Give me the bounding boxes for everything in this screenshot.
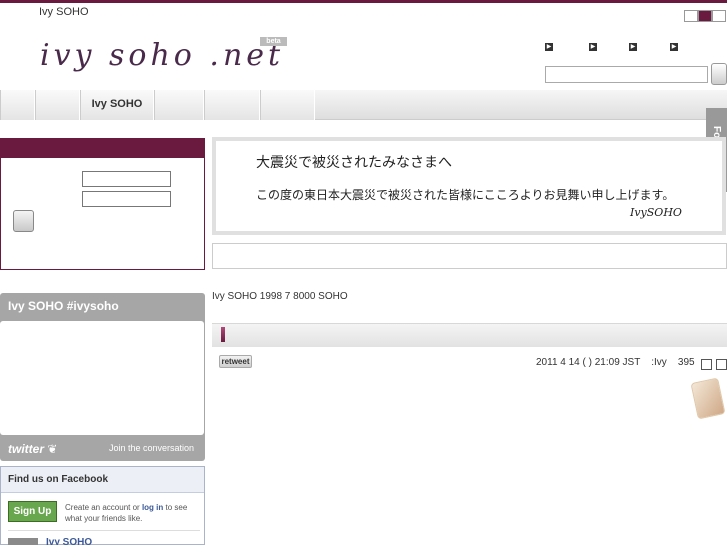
- nav-tab[interactable]: [35, 90, 80, 120]
- page: Ivy SOHO ivy soho .net beta ▶ ▶ ▶ ▶ Ivy …: [0, 0, 727, 545]
- header-link-arrow-icon[interactable]: ▶: [545, 43, 553, 51]
- content-box: [212, 243, 727, 269]
- header-link-arrow-icon[interactable]: ▶: [629, 43, 637, 51]
- beta-badge: beta: [260, 37, 287, 46]
- banner-signature: IvySOHO: [630, 206, 682, 219]
- nav-tab[interactable]: [154, 90, 204, 120]
- twitter-widget-title: Ivy SOHO #ivysoho: [8, 299, 119, 313]
- site-logo[interactable]: ivy soho .net: [40, 38, 284, 73]
- progress-bar: [212, 323, 727, 347]
- retweet-button[interactable]: retweet: [219, 355, 252, 368]
- post-meta: 2011 4 14 ( ) 21:09 JST :Ivy 395: [536, 357, 695, 368]
- facebook-login-link[interactable]: log in: [142, 503, 163, 512]
- divider: [8, 530, 200, 531]
- print-icon[interactable]: [716, 359, 727, 370]
- nav-tab[interactable]: [0, 90, 35, 120]
- banner-message: この度の東日本大震災で被災された皆様にこころよりお見舞い申し上げます。: [256, 188, 675, 202]
- site-name: Ivy SOHO: [39, 6, 89, 18]
- facebook-page-link[interactable]: Ivy SOHO: [46, 537, 92, 545]
- facebook-cta-text: Create an account or log in to see what …: [65, 502, 200, 524]
- password-field[interactable]: [82, 191, 171, 207]
- nav-tab-ivy-soho[interactable]: Ivy SOHO: [80, 90, 154, 120]
- username-field[interactable]: [82, 171, 171, 187]
- twitter-widget-body: [0, 321, 204, 435]
- share-icon[interactable]: [701, 359, 712, 370]
- nav-tab[interactable]: [204, 90, 260, 120]
- facebook-cta-before: Create an account or: [65, 503, 142, 512]
- twitter-logo[interactable]: twitter ❦: [8, 442, 57, 456]
- intro-text: Ivy SOHO 1998 7 8000 SOHO: [212, 291, 348, 302]
- twitter-logo-text: twitter: [8, 442, 44, 456]
- author-avatar: [690, 377, 726, 420]
- progress-bar-fill: [221, 327, 225, 342]
- login-panel-header: [0, 138, 205, 158]
- join-conversation-link[interactable]: Join the conversation: [109, 443, 194, 453]
- top-accent-line: [0, 0, 727, 3]
- theme-switch-light[interactable]: [712, 10, 726, 22]
- facebook-widget-header: Find us on Facebook: [1, 467, 204, 493]
- header-link-arrow-icon[interactable]: ▶: [670, 43, 678, 51]
- theme-switch-white[interactable]: [684, 10, 698, 22]
- login-button[interactable]: [13, 210, 34, 232]
- twitter-bird-icon: ❦: [44, 442, 58, 456]
- search-input[interactable]: [545, 66, 708, 83]
- search-button[interactable]: [711, 63, 727, 85]
- theme-switch-purple[interactable]: [698, 10, 712, 22]
- header-link-arrow-icon[interactable]: ▶: [589, 43, 597, 51]
- facebook-page-thumbnail[interactable]: [8, 538, 38, 545]
- banner-title: 大震災で被災されたみなさまへ: [256, 155, 452, 171]
- nav-tab[interactable]: [260, 90, 315, 120]
- facebook-signup-button[interactable]: Sign Up: [8, 501, 57, 522]
